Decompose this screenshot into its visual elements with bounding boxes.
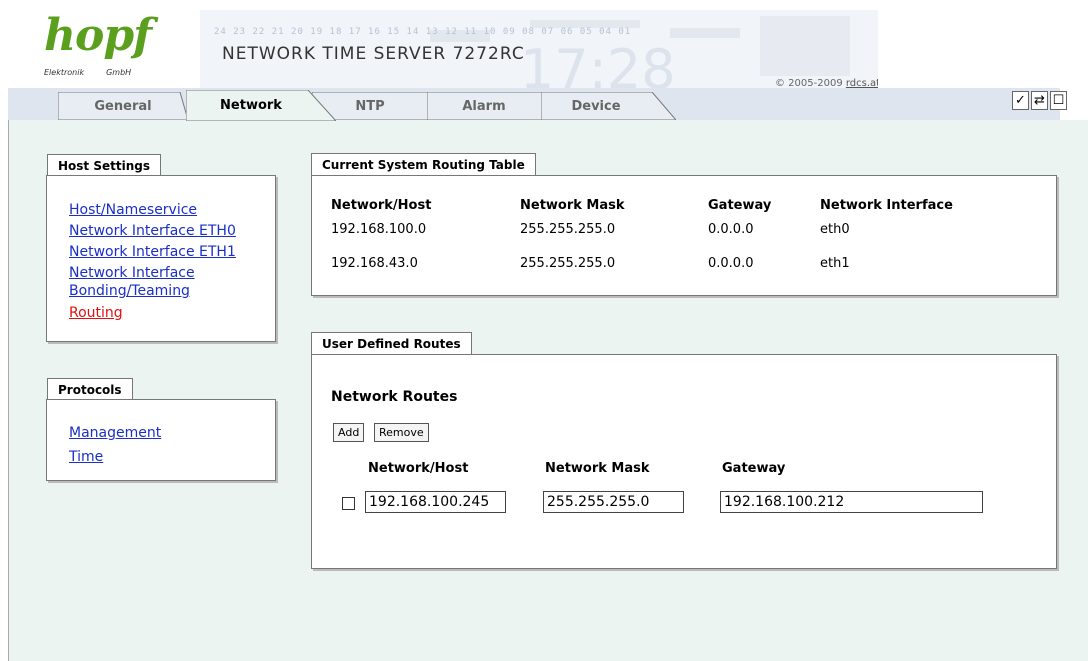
nav-network-interface-eth0[interactable]: Network Interface ETH0 <box>69 222 275 240</box>
content-area: Host Settings Host/Nameservice Network I… <box>8 120 1088 661</box>
user-routes-tab: User Defined Routes <box>311 332 472 354</box>
network-host-input[interactable]: 192.168.100.245 <box>365 491 506 513</box>
nav-routing[interactable]: Routing <box>69 304 275 322</box>
tab-alarm[interactable]: Alarm <box>426 92 542 120</box>
banner-digits: 24 23 22 21 20 19 18 17 16 15 14 13 12 1… <box>214 27 632 37</box>
route-select-checkbox[interactable] <box>342 497 355 510</box>
table-cell: eth0 <box>820 222 850 237</box>
tab-label: Network <box>220 98 282 113</box>
nav-host-nameservice[interactable]: Host/Nameservice <box>69 201 275 219</box>
page-title: NETWORK TIME SERVER 7272RC <box>222 44 525 64</box>
logo-wordmark: hopf <box>44 10 152 61</box>
user-routes-panel: Network Routes Add Remove Network/Host N… <box>311 354 1057 569</box>
table-cell: 192.168.43.0 <box>331 256 418 271</box>
nav-bonding-teaming[interactable]: Network Interface Bonding/Teaming <box>69 264 229 300</box>
gateway-input[interactable]: 192.168.100.212 <box>720 491 983 513</box>
column-header: Network/Host <box>368 461 469 476</box>
check-icon[interactable]: ✓ <box>1012 91 1029 110</box>
column-header: Network Interface <box>820 198 953 213</box>
network-mask-input[interactable]: 255.255.255.0 <box>543 491 684 513</box>
header-banner: 17:28 24 23 22 21 20 19 18 17 16 15 14 1… <box>200 10 878 90</box>
tab-label: Device <box>571 98 621 114</box>
nav-network-interface-eth1[interactable]: Network Interface ETH1 <box>69 243 275 261</box>
hopf-logo: hopf Elektronik GmbH <box>40 12 180 90</box>
table-cell: 0.0.0.0 <box>708 222 754 237</box>
protocols-panel: Management Time <box>46 399 276 481</box>
table-cell: eth1 <box>820 256 850 271</box>
remove-button[interactable]: Remove <box>374 423 429 442</box>
table-cell: 0.0.0.0 <box>708 256 754 271</box>
nav-management[interactable]: Management <box>69 424 275 442</box>
protocols-tab: Protocols <box>47 378 133 400</box>
table-cell: 255.255.255.0 <box>520 256 616 271</box>
toolbar-icons: ✓ ⇄ ☐ <box>1012 91 1067 113</box>
host-settings-tab: Host Settings <box>47 154 161 176</box>
column-header: Gateway <box>708 198 772 213</box>
header: hopf Elektronik GmbH 17:28 24 23 22 21 20… <box>0 0 1088 92</box>
tab-network[interactable]: Network <box>186 90 336 121</box>
tab-label: Alarm <box>462 98 506 114</box>
main-tabs: General Device Alarm NTP Network <box>0 88 1088 121</box>
add-button[interactable]: Add <box>333 423 365 442</box>
column-header: Gateway <box>722 461 786 476</box>
window-icon[interactable]: ☐ <box>1050 91 1067 110</box>
column-header: Network/Host <box>331 198 432 213</box>
column-header: Network Mask <box>545 461 650 476</box>
section-title: Network Routes <box>331 389 458 405</box>
routing-table-tab: Current System Routing Table <box>311 153 536 175</box>
tab-general[interactable]: General <box>58 92 188 120</box>
table-cell: 255.255.255.0 <box>520 222 616 237</box>
tab-device[interactable]: Device <box>540 92 676 120</box>
host-settings-panel: Host/Nameservice Network Interface ETH0 … <box>46 175 276 342</box>
nav-time[interactable]: Time <box>69 448 275 466</box>
logo-subtitle: Elektronik GmbH <box>44 68 132 77</box>
refresh-icon[interactable]: ⇄ <box>1031 91 1048 110</box>
column-header: Network Mask <box>520 198 625 213</box>
tab-label: General <box>94 98 152 114</box>
tab-label: NTP <box>355 98 385 114</box>
routing-table-panel: Network/Host Network Mask Gateway Networ… <box>311 175 1057 296</box>
table-cell: 192.168.100.0 <box>331 222 427 237</box>
svg-text:17:28: 17:28 <box>520 38 676 90</box>
